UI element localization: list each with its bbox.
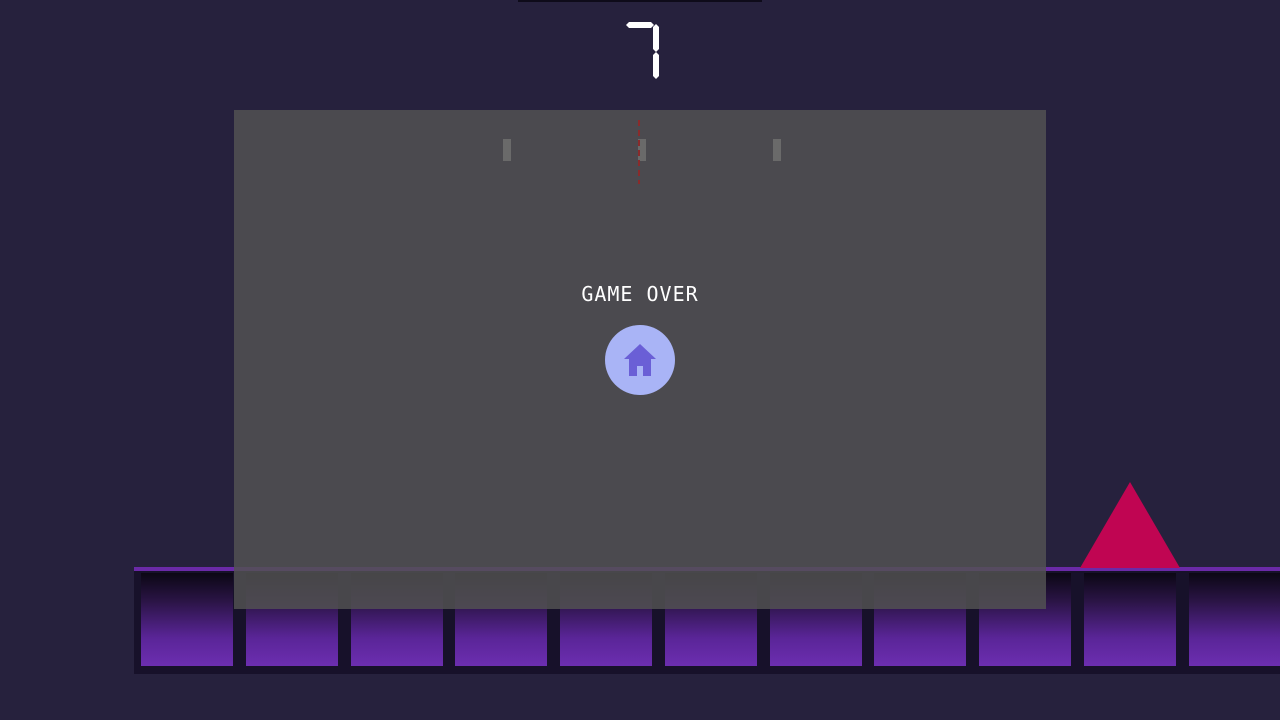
track-marker-right <box>773 139 781 161</box>
ground-block <box>141 573 233 666</box>
top-bar <box>518 0 762 2</box>
home-icon <box>624 344 656 376</box>
track-marker-left <box>503 139 511 161</box>
score-digit-seven <box>626 22 659 79</box>
spike-obstacle <box>1080 482 1180 568</box>
home-button[interactable] <box>605 325 675 395</box>
center-guide-line <box>638 120 640 184</box>
score-display: 7 <box>0 12 1280 92</box>
game-over-title: GAME OVER <box>581 282 699 306</box>
ground-block <box>1084 573 1176 666</box>
ground-block <box>1189 573 1280 666</box>
